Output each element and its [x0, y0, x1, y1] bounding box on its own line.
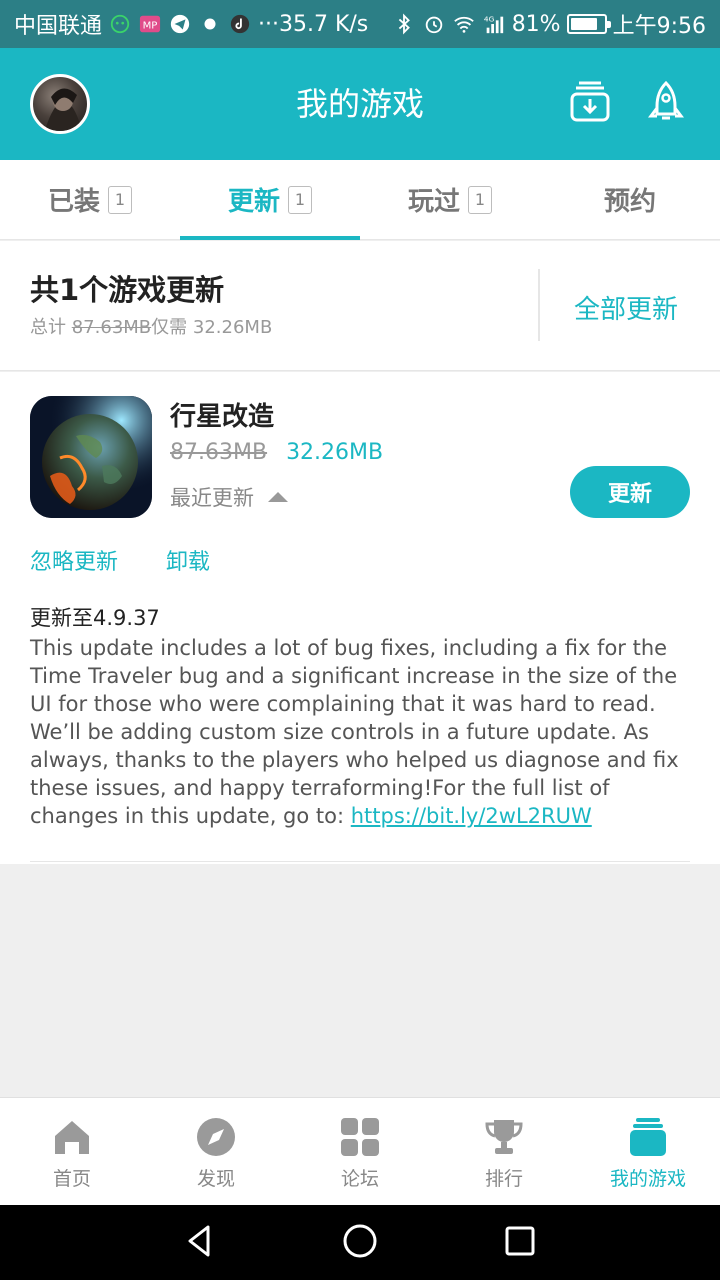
status-right: 4G 81% 上午9:56 [392, 8, 706, 40]
bluetooth-icon [392, 12, 416, 36]
release-notes-link[interactable]: https://bit.ly/2wL2RUW [351, 804, 592, 828]
nav-forum[interactable]: 论坛 [288, 1098, 432, 1205]
rocket-icon [644, 80, 688, 128]
tab-played[interactable]: 玩过 1 [360, 160, 540, 239]
home-circle-icon [342, 1223, 378, 1263]
tab-label: 已装 [47, 187, 100, 217]
bottom-nav: 首页 发现 论坛 排行 我的游戏 [0, 1097, 720, 1205]
home-icon [51, 1116, 93, 1158]
nav-label: 发现 [196, 1168, 235, 1190]
telegram-icon [168, 12, 192, 36]
tiktok-icon [228, 12, 252, 36]
nav-label: 论坛 [340, 1168, 379, 1190]
system-nav-bar [0, 1205, 720, 1280]
back-triangle-icon [182, 1223, 218, 1263]
battery-fill [570, 18, 597, 30]
trophy-icon [483, 1116, 525, 1158]
update-summary: 共1个游戏更新 总计 87.63MB仅需 32.26MB 全部更新 [0, 241, 720, 371]
speedup-button[interactable] [644, 80, 688, 128]
recents-square-icon [502, 1223, 538, 1263]
avatar[interactable] [30, 74, 90, 134]
download-icon [568, 80, 612, 128]
battery-icon [566, 14, 611, 34]
nav-discover[interactable]: 发现 [144, 1098, 288, 1205]
new-size: 32.26MB [286, 440, 384, 465]
svg-text:MP: MP [143, 21, 158, 32]
dot-icon [198, 12, 222, 36]
version-line: 更新至4.9.37 [30, 606, 160, 630]
game-update-card: 行星改造 87.63MB 32.26MB 最近更新 更新 忽略更新 卸载 更新至… [0, 372, 720, 864]
carrier-label: 中国联通 [14, 14, 103, 39]
total-size: 87.63MB [71, 317, 152, 338]
nav-label: 排行 [484, 1168, 523, 1190]
summary-size-info: 总计 87.63MB仅需 32.26MB [30, 313, 272, 339]
recent-update-toggle[interactable]: 最近更新 [170, 482, 288, 512]
alarm-icon [422, 12, 446, 36]
total-prefix: 总计 [30, 317, 66, 338]
tab-installed[interactable]: 已装 1 [0, 160, 180, 239]
tab-label: 预约 [603, 187, 656, 217]
summary-title: 共1个游戏更新 [30, 273, 225, 307]
tab-label: 玩过 [407, 187, 460, 217]
release-notes: This update includes a lot of bug fixes,… [30, 634, 694, 830]
download-manager-button[interactable] [568, 80, 612, 128]
net-speed: ···35.7 K/s [258, 11, 369, 37]
only-need-label: 仅需 [151, 317, 188, 338]
wifi-icon [452, 12, 476, 36]
nav-label: 我的游戏 [609, 1168, 686, 1190]
grid-icon [339, 1116, 381, 1158]
tab-count-badge: 1 [288, 185, 312, 214]
nav-my-games[interactable]: 我的游戏 [576, 1098, 720, 1205]
clock: 上午9:56 [612, 14, 706, 39]
tab-reserved[interactable]: 预约 [540, 160, 720, 239]
update-all-button[interactable]: 全部更新 [574, 289, 678, 326]
uninstall-link[interactable]: 卸载 [166, 544, 210, 576]
battery-percent: 81% [511, 11, 561, 37]
ignore-update-link[interactable]: 忽略更新 [30, 544, 118, 576]
need-size: 32.26MB [192, 317, 273, 338]
tab-label: 更新 [227, 187, 280, 217]
mp-icon: MP [138, 12, 162, 36]
game-sizes: 87.63MB 32.26MB [170, 440, 383, 465]
recent-update-label: 最近更新 [170, 486, 254, 510]
back-button[interactable] [180, 1223, 220, 1263]
app-header: 我的游戏 [0, 48, 720, 160]
tab-count-badge: 1 [108, 185, 132, 214]
release-notes-text: This update includes a lot of bug fixes,… [30, 636, 679, 828]
game-name[interactable]: 行星改造 [170, 396, 274, 433]
wechat-icon [108, 12, 132, 36]
collapse-arrow-icon [268, 492, 288, 502]
nav-ranking[interactable]: 排行 [432, 1098, 576, 1205]
card-divider [30, 861, 690, 862]
tab-bar: 已装 1 更新 1 玩过 1 预约 [0, 160, 720, 240]
tab-updates[interactable]: 更新 1 [180, 160, 360, 240]
recents-button[interactable] [500, 1223, 540, 1263]
network-type-label: 4G [484, 14, 495, 23]
summary-divider [538, 269, 540, 341]
nav-label: 首页 [52, 1168, 91, 1190]
signal-icon: 4G [482, 12, 506, 36]
tab-count-badge: 1 [468, 185, 492, 214]
compass-icon [195, 1116, 237, 1158]
page-title: 我的游戏 [295, 85, 424, 123]
old-size: 87.63MB [170, 440, 268, 465]
home-button[interactable] [340, 1223, 380, 1263]
my-games-icon [627, 1116, 669, 1158]
status-bar: 中国联通 MP ···35.7 K/s 4G 81% 上午9:56 [0, 0, 720, 48]
status-left: 中国联通 MP ···35.7 K/s [14, 8, 368, 40]
nav-home[interactable]: 首页 [0, 1098, 144, 1205]
update-button[interactable]: 更新 [570, 466, 690, 518]
game-icon[interactable] [30, 396, 152, 518]
